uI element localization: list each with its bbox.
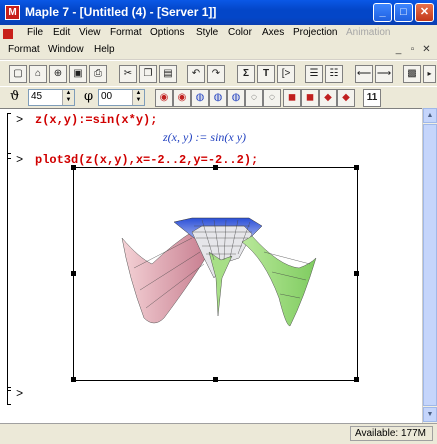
stop-icon[interactable]: ▩ [403, 65, 421, 83]
spin-arrows-icon[interactable]: ▲ ▼ [62, 90, 74, 105]
resize-handle[interactable] [354, 271, 359, 276]
resize-handle[interactable] [213, 377, 218, 382]
resize-handle[interactable] [71, 377, 76, 382]
patch-nogrid-icon[interactable]: ◌ [263, 89, 281, 107]
surface-center-spike [208, 251, 233, 317]
theta-value: 45 [31, 91, 43, 102]
theta-label: ϑ [10, 89, 20, 104]
doc-restore-button[interactable]: ▫ [406, 44, 419, 56]
close-button[interactable]: ✕ [415, 3, 434, 22]
phi-spinbox[interactable]: 00 ▲ ▼ [98, 89, 145, 106]
output-line-1: z(x, y) := sin(x y) [163, 130, 247, 144]
menu-options[interactable]: Options [150, 27, 184, 38]
print-icon[interactable]: ⎙ [89, 65, 107, 83]
doc-minimize-button[interactable]: _ [392, 44, 405, 56]
menu-projection[interactable]: Projection [293, 27, 337, 38]
phi-value: 00 [101, 91, 113, 102]
execution-group-bracket [7, 387, 11, 405]
window-title: Maple 7 - [Untitled (4) - [Server 1]] [25, 5, 217, 19]
input-line-1[interactable]: z(x,y):=sin(x*y); [35, 113, 157, 127]
point-style-icon[interactable]: ◌ [245, 89, 263, 107]
copy-icon[interactable]: ❐ [139, 65, 157, 83]
menu-file[interactable]: File [27, 27, 43, 38]
menu-bar: File Edit View Format Options Style Colo… [0, 25, 437, 42]
plot-region[interactable] [71, 165, 359, 382]
theta-spinbox[interactable]: 45 ▲ ▼ [28, 89, 75, 106]
maximize-button[interactable]: □ [394, 3, 413, 22]
menu-animation[interactable]: Animation [346, 27, 390, 38]
patch-style-icon[interactable]: ◉ [155, 89, 173, 107]
prompt-3[interactable]: > [16, 387, 23, 401]
indent-icon[interactable]: ☰ [305, 65, 323, 83]
cut-icon[interactable]: ✂ [119, 65, 137, 83]
hidden-line-icon[interactable]: ◍ [209, 89, 227, 107]
main-toolbar: ▢ ⌂ ⊕ ▣ ⎙ ✂ ❐ ▤ ↶ ↷ Σ T [> ☰ ☷ ⟵ ⟶ ▩ ▸ [0, 60, 437, 88]
plot-toolbar: ϑ 45 ▲ ▼ φ 00 ▲ ▼ ◉ ◉ ◍ ◍ ◍ ◌ ◌ ◼ ◼ ◆ ◆ 11 [0, 86, 437, 110]
menu-view[interactable]: View [79, 27, 101, 38]
menu-help[interactable]: Help [94, 44, 115, 55]
spin-arrows-icon[interactable]: ▲ ▼ [132, 90, 144, 105]
normal-axes-icon[interactable]: ◆ [319, 89, 337, 107]
resize-handle[interactable] [213, 165, 218, 170]
menu-color[interactable]: Color [228, 27, 252, 38]
menu-style[interactable]: Style [196, 27, 218, 38]
open-folder-icon[interactable]: ⌂ [29, 65, 47, 83]
vertical-scrollbar[interactable]: ▲ ▼ [422, 108, 437, 423]
sigma-icon[interactable]: Σ [237, 65, 255, 83]
toolbar-overflow-icon[interactable]: ▸ [423, 65, 436, 83]
save-icon[interactable]: ▣ [69, 65, 87, 83]
constrained-scaling-icon[interactable]: 11 [363, 89, 381, 107]
open-url-icon[interactable]: ⊕ [49, 65, 67, 83]
menu-window[interactable]: Window [48, 44, 84, 55]
paste-icon[interactable]: ▤ [159, 65, 177, 83]
box-axes-icon[interactable]: ◼ [283, 89, 301, 107]
surface-right-lobe [241, 235, 317, 327]
forward-arrow-icon[interactable]: ⟶ [375, 65, 393, 83]
back-arrow-icon[interactable]: ⟵ [355, 65, 373, 83]
phi-label: φ [84, 89, 94, 104]
input-line-2[interactable]: plot3d(z(x,y),x=-2..2,y=-2..2); [35, 153, 258, 167]
surface-plot [121, 217, 317, 327]
execution-group-bracket [7, 153, 11, 391]
prompt-2: > [16, 153, 24, 167]
resize-handle[interactable] [71, 165, 76, 170]
menu-format-2[interactable]: Format [8, 44, 40, 55]
new-file-icon[interactable]: ▢ [9, 65, 27, 83]
scroll-down-icon[interactable]: ▼ [423, 407, 437, 422]
resize-handle[interactable] [71, 271, 76, 276]
redo-icon[interactable]: ↷ [207, 65, 225, 83]
surface-left-lobe [121, 231, 210, 324]
frame-axes-icon[interactable]: ◼ [301, 89, 319, 107]
menu-axes[interactable]: Axes [262, 27, 284, 38]
status-bar: Available: 177M [0, 423, 437, 444]
undo-icon[interactable]: ↶ [187, 65, 205, 83]
resize-handle[interactable] [354, 165, 359, 170]
prompt-1: > [16, 113, 24, 127]
maple-leaf-icon[interactable]: M [5, 5, 20, 20]
no-axes-icon[interactable]: ◆ [337, 89, 355, 107]
memory-available: Available: 177M [350, 426, 433, 441]
title-bar: M Maple 7 - [Untitled (4) - [Server 1]] … [0, 0, 437, 25]
outdent-icon[interactable]: ☷ [325, 65, 343, 83]
scroll-thumb[interactable] [423, 124, 437, 406]
menu-format[interactable]: Format [110, 27, 142, 38]
resize-handle[interactable] [354, 377, 359, 382]
insert-prompt-icon[interactable]: [> [277, 65, 295, 83]
doc-close-button[interactable]: ✕ [420, 44, 433, 56]
minimize-button[interactable]: _ [373, 3, 392, 22]
patch-contour-icon[interactable]: ◉ [173, 89, 191, 107]
wireframe-icon[interactable]: ◍ [191, 89, 209, 107]
document-icon[interactable] [3, 29, 13, 39]
menu-edit[interactable]: Edit [53, 27, 70, 38]
text-mode-icon[interactable]: T [257, 65, 275, 83]
scroll-up-icon[interactable]: ▲ [423, 108, 437, 123]
menu-bar-row2: Format Window Help _ ▫ ✕ [0, 42, 437, 59]
contour-icon[interactable]: ◍ [227, 89, 245, 107]
